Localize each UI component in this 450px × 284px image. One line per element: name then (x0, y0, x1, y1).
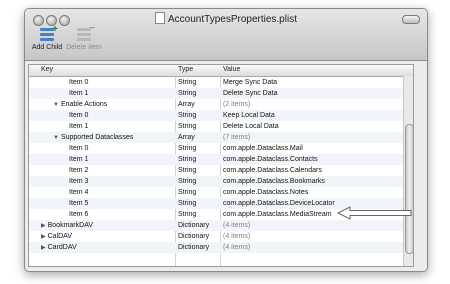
column-header-key[interactable]: Key (41, 66, 53, 73)
scrollbar-thumb[interactable] (405, 124, 413, 254)
table-row[interactable]: ▼ Enable Actions Array (2 items) (29, 99, 413, 110)
delete-item-icon: − (75, 24, 95, 43)
disclosure-expanded-icon[interactable]: ▼ (53, 135, 59, 141)
table-row[interactable]: Item 3 String com.apple.Dataclass.Bookma… (29, 176, 413, 187)
table-row[interactable]: Item 1 String Delete Local Data (29, 121, 413, 132)
table-row[interactable]: Item 1 String Delete Sync Data (29, 88, 413, 99)
document-icon (155, 12, 166, 24)
column-header-type[interactable]: Type (178, 66, 193, 73)
table-row[interactable]: Item 1 String com.apple.Dataclass.Contac… (29, 154, 413, 165)
plist-outline-view[interactable]: Key Type Value Item 0 String Merge Sync … (28, 64, 414, 267)
table-row[interactable]: ▼ Supported Dataclasses Array (7 items) (29, 132, 413, 143)
table-row[interactable]: Item 0 String Keep Local Data (29, 110, 413, 121)
toolbar-toggle-button[interactable] (402, 15, 420, 24)
disclosure-collapsed-icon[interactable]: ▶ (41, 223, 46, 229)
table-row[interactable]: Item 2 String com.apple.Dataclass.Calend… (29, 165, 413, 176)
plist-editor-window: AccountTypesProperties.plist + Add Child… (24, 8, 428, 272)
table-row[interactable]: Item 0 String Merge Sync Data (29, 77, 413, 88)
title-bar: AccountTypesProperties.plist + Add Child… (25, 9, 427, 61)
table-header: Key Type Value (29, 65, 413, 77)
table-row[interactable]: Item 0 String com.apple.Dataclass.Mail (29, 143, 413, 154)
table-row[interactable]: Item 4 String com.apple.Dataclass.Notes (29, 187, 413, 198)
add-child-button[interactable]: + Add Child (31, 25, 63, 52)
vertical-scrollbar[interactable] (403, 76, 413, 266)
window-title: AccountTypesProperties.plist (25, 12, 427, 25)
disclosure-collapsed-icon[interactable]: ▶ (41, 234, 46, 240)
annotation-arrow-icon (336, 206, 412, 220)
delete-item-label: Delete Item (66, 44, 102, 51)
disclosure-expanded-icon[interactable]: ▼ (53, 102, 59, 108)
add-child-icon: + (38, 25, 58, 43)
column-header-value[interactable]: Value (223, 66, 240, 73)
delete-item-button[interactable]: − Delete Item (65, 24, 103, 52)
add-child-label: Add Child (31, 44, 63, 51)
table-row[interactable]: ▶ CalDAV Dictionary (4 items) (29, 231, 413, 242)
disclosure-collapsed-icon[interactable]: ▶ (41, 245, 46, 251)
window-title-text: AccountTypesProperties.plist (168, 14, 297, 25)
table-row[interactable]: ▶ CardDAV Dictionary (4 items) (29, 242, 413, 253)
table-row[interactable]: ▶ BookmarkDAV Dictionary (4 items) (29, 220, 413, 231)
